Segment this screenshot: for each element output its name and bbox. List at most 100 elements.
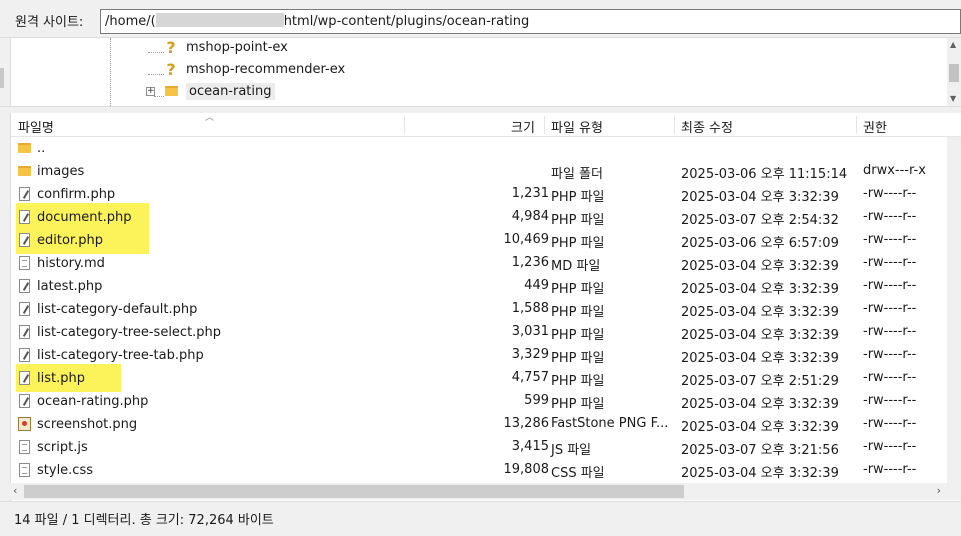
scroll-left-icon[interactable]: ‹ xyxy=(13,484,17,497)
file-icon xyxy=(17,439,31,455)
file-size: 4,984 xyxy=(511,209,549,224)
file-type: PHP 파일 xyxy=(551,236,605,251)
tree-item[interactable]: ? mshop-recommender-ex xyxy=(161,58,345,80)
file-row[interactable]: ocean-rating.php 599 PHP 파일 2025-03-04 오후 3… xyxy=(11,390,961,413)
php-file-icon xyxy=(17,347,31,363)
image-file-icon xyxy=(17,416,31,432)
file-size: 19,808 xyxy=(503,462,550,477)
file-size: 599 xyxy=(524,393,549,408)
file-name-cell: ocean-rating.php xyxy=(17,393,148,409)
tree-item-label: mshop-point-ex xyxy=(186,39,288,55)
file-name: document.php xyxy=(37,209,132,225)
question-folder-icon: ? xyxy=(166,59,176,79)
tree-guide-line xyxy=(110,38,111,106)
php-file-icon xyxy=(17,324,31,340)
column-header-size[interactable]: 크기 xyxy=(511,117,535,136)
tree-scrollbar[interactable]: ▲ ▼ xyxy=(947,38,961,106)
file-type: PHP 파일 xyxy=(551,397,605,412)
file-name-cell: confirm.php xyxy=(17,186,115,202)
file-row[interactable]: .. xyxy=(11,137,961,160)
php-file-icon xyxy=(17,232,31,248)
file-row[interactable]: editor.php 10,469 PHP 파일 2025-03-06 오후 6:57… xyxy=(11,226,961,254)
file-name-cell: screenshot.png xyxy=(17,416,137,432)
column-header-modified[interactable]: 최종 수정 xyxy=(681,117,733,136)
file-name: editor.php xyxy=(37,232,103,248)
tree-item-selected[interactable]: ocean-rating xyxy=(161,80,275,102)
column-header-name[interactable]: 파일명 xyxy=(18,117,54,136)
file-type: PHP 파일 xyxy=(551,213,605,228)
hscroll-thumb[interactable] xyxy=(24,485,684,498)
file-list-hscroll[interactable]: ‹ › xyxy=(10,483,961,500)
column-header-perms[interactable]: 권한 xyxy=(863,117,887,136)
file-perms: -rw----r-- xyxy=(863,232,917,247)
column-header-type[interactable]: 파일 유형 xyxy=(551,117,603,136)
file-perms: -rw----r-- xyxy=(863,416,917,431)
file-row[interactable]: script.js 3,415 JS 파일 2025-03-07 오후 3:21:56… xyxy=(11,436,961,459)
tree-item[interactable]: ? mshop-point-ex xyxy=(161,38,288,58)
file-type: PHP 파일 xyxy=(551,190,605,205)
file-row[interactable]: document.php 4,984 PHP 파일 2025-03-07 오후 2:5… xyxy=(11,203,961,231)
file-modified: 2025-03-04 오후 3:32:39 xyxy=(681,328,839,343)
file-modified: 2025-03-04 오후 3:32:39 xyxy=(681,282,839,297)
directory-tree: ? mshop-point-ex ? mshop-recommender-ex … xyxy=(10,38,961,106)
file-row[interactable]: confirm.php 1,231 PHP 파일 2025-03-04 오후 3:32… xyxy=(11,183,961,206)
file-modified: 2025-03-07 오후 2:54:32 xyxy=(681,213,839,228)
scroll-up-icon[interactable]: ▲ xyxy=(950,40,956,49)
php-file-icon xyxy=(17,370,31,386)
file-name: list-category-tree-tab.php xyxy=(37,347,204,363)
file-name: style.css xyxy=(37,462,93,478)
status-text: 14 파일 / 1 디렉터리. 총 크기: 72,264 바이트 xyxy=(14,513,274,528)
file-perms: -rw----r-- xyxy=(863,462,917,477)
column-separator[interactable] xyxy=(856,116,857,134)
left-gutter xyxy=(0,38,10,106)
file-row[interactable]: latest.php 449 PHP 파일 2025-03-04 오후 3:32:39… xyxy=(11,275,961,298)
file-list: ︿ 파일명 크기 파일 유형 최종 수정 권한 .. images 파일 폴더 202… xyxy=(10,113,961,501)
file-modified: 2025-03-06 오후 11:15:14 xyxy=(681,167,848,182)
file-row[interactable]: list-category-default.php 1,588 PHP 파일 2025… xyxy=(11,298,961,321)
file-type: MD 파일 xyxy=(551,259,601,274)
file-row[interactable]: list-category-tree-select.php 3,031 PHP 파일… xyxy=(11,321,961,344)
file-modified: 2025-03-04 오후 3:32:39 xyxy=(681,259,839,274)
file-row[interactable]: history.md 1,236 MD 파일 2025-03-04 오후 3:32:3… xyxy=(11,252,961,275)
file-name: list-category-tree-select.php xyxy=(37,324,222,340)
column-separator[interactable] xyxy=(404,116,405,134)
file-name-cell: script.js xyxy=(17,439,88,455)
column-separator[interactable] xyxy=(674,116,675,134)
file-name: ocean-rating.php xyxy=(37,393,149,409)
php-file-icon xyxy=(17,393,31,409)
column-separator[interactable] xyxy=(544,116,545,134)
file-type: PHP 파일 xyxy=(551,305,605,320)
file-modified: 2025-03-04 오후 3:32:39 xyxy=(681,190,839,205)
file-modified: 2025-03-04 오후 3:32:39 xyxy=(681,351,839,366)
file-row[interactable]: list-category-tree-tab.php 3,329 PHP 파일 202… xyxy=(11,344,961,367)
file-type: PHP 파일 xyxy=(551,282,605,297)
tree-expand-icon[interactable]: + xyxy=(146,87,155,96)
file-size: 4,757 xyxy=(511,370,549,385)
file-name: .. xyxy=(37,140,46,156)
file-name-cell: list-category-tree-select.php xyxy=(17,324,221,340)
file-modified: 2025-03-04 오후 3:32:39 xyxy=(681,466,839,481)
file-type: PHP 파일 xyxy=(551,351,605,366)
remote-site-bar: 원격 사이트: /home/(html/wp-content/plugins/o… xyxy=(0,0,961,38)
file-list-header: ︿ 파일명 크기 파일 유형 최종 수정 권한 xyxy=(11,113,961,137)
file-row[interactable]: images 파일 폴더 2025-03-06 오후 11:15:14 drwx---… xyxy=(11,160,961,183)
file-type: PHP 파일 xyxy=(551,328,605,343)
file-modified: 2025-03-07 오후 2:51:29 xyxy=(681,374,839,389)
file-list-vscroll[interactable] xyxy=(947,137,961,497)
file-row[interactable]: list.php 4,757 PHP 파일 2025-03-07 오후 2:51:29… xyxy=(11,364,961,392)
file-name-cell: .. xyxy=(17,140,45,156)
file-name: history.md xyxy=(37,255,105,271)
file-icon xyxy=(17,462,31,478)
remote-path-input[interactable]: /home/(html/wp-content/plugins/ocean-rat… xyxy=(100,9,961,34)
question-folder-icon: ? xyxy=(166,38,176,57)
file-perms: -rw----r-- xyxy=(863,393,917,408)
file-row[interactable]: screenshot.png 13,286 FastStone PNG F... 20… xyxy=(11,413,961,436)
php-file-icon xyxy=(17,278,31,294)
file-row[interactable]: style.css 19,808 CSS 파일 2025-03-04 오후 3:32:… xyxy=(11,459,961,482)
scroll-down-icon[interactable]: ▼ xyxy=(950,94,956,103)
file-modified: 2025-03-07 오후 3:21:56 xyxy=(681,443,839,458)
scroll-thumb[interactable] xyxy=(949,64,959,82)
file-modified: 2025-03-04 오후 3:32:39 xyxy=(681,420,839,435)
scroll-right-icon[interactable]: › xyxy=(937,484,941,497)
file-name-cell: editor.php xyxy=(16,226,149,254)
